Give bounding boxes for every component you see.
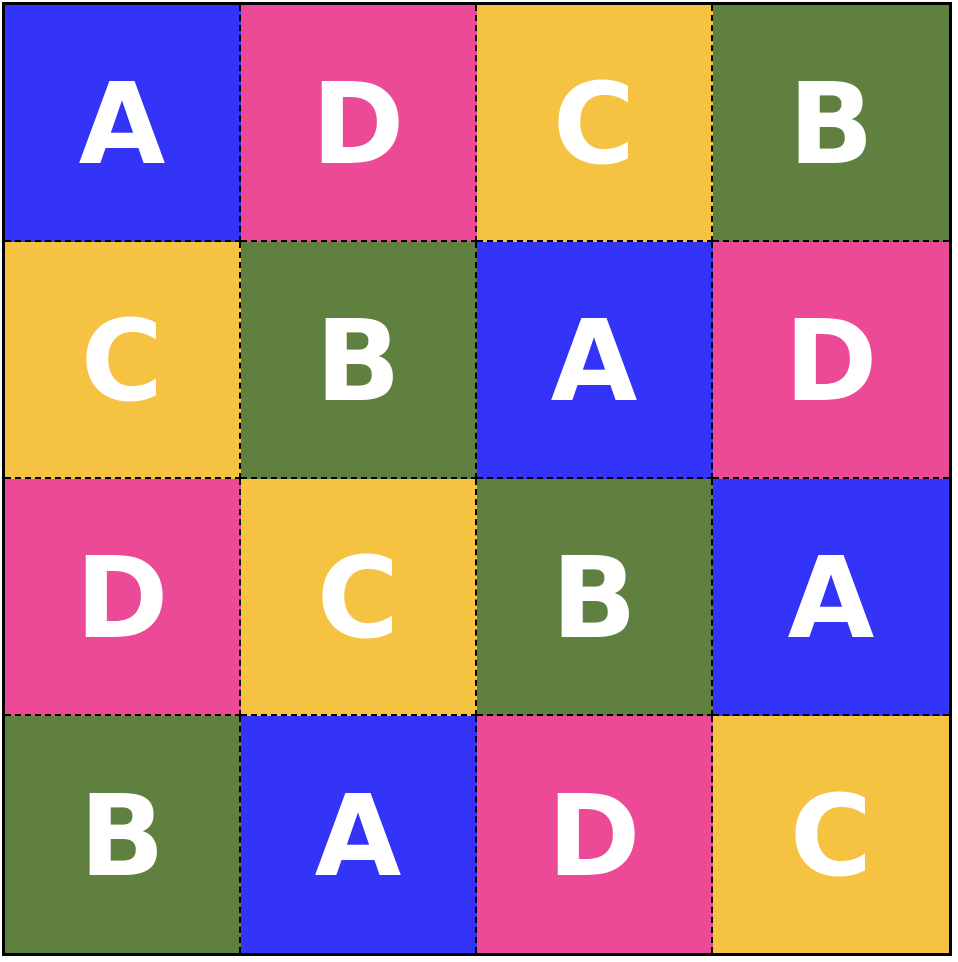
cell-letter: C — [316, 533, 400, 664]
grid-cell[interactable]: D — [477, 716, 713, 953]
letter-grid: A D C B C B A D D C B A B A D C — [5, 5, 949, 953]
cell-letter: C — [552, 59, 636, 190]
grid-cell[interactable]: C — [5, 242, 241, 479]
grid-cell[interactable]: A — [713, 479, 949, 716]
cell-letter: C — [80, 296, 164, 427]
cell-letter: A — [314, 771, 402, 902]
grid-cell[interactable]: B — [241, 242, 477, 479]
grid-cell[interactable]: D — [241, 5, 477, 242]
cell-letter: A — [787, 533, 875, 664]
cell-letter: D — [784, 296, 878, 427]
grid-cell[interactable]: D — [713, 242, 949, 479]
game-board: A D C B C B A D D C B A B A D C — [2, 2, 952, 956]
grid-cell[interactable]: B — [477, 479, 713, 716]
cell-letter: D — [547, 771, 641, 902]
cell-letter: B — [788, 59, 874, 190]
grid-cell[interactable]: B — [713, 5, 949, 242]
cell-letter: D — [75, 533, 169, 664]
cell-letter: D — [311, 59, 405, 190]
cell-letter: A — [550, 296, 638, 427]
grid-cell[interactable]: D — [5, 479, 241, 716]
cell-letter: B — [315, 296, 401, 427]
cell-letter: A — [78, 59, 166, 190]
grid-cell[interactable]: C — [477, 5, 713, 242]
grid-cell[interactable]: A — [5, 5, 241, 242]
cell-letter: C — [789, 771, 873, 902]
cell-letter: B — [79, 771, 165, 902]
grid-cell[interactable]: A — [477, 242, 713, 479]
grid-cell[interactable]: B — [5, 716, 241, 953]
grid-cell[interactable]: A — [241, 716, 477, 953]
cell-letter: B — [551, 533, 637, 664]
grid-cell[interactable]: C — [713, 716, 949, 953]
grid-cell[interactable]: C — [241, 479, 477, 716]
